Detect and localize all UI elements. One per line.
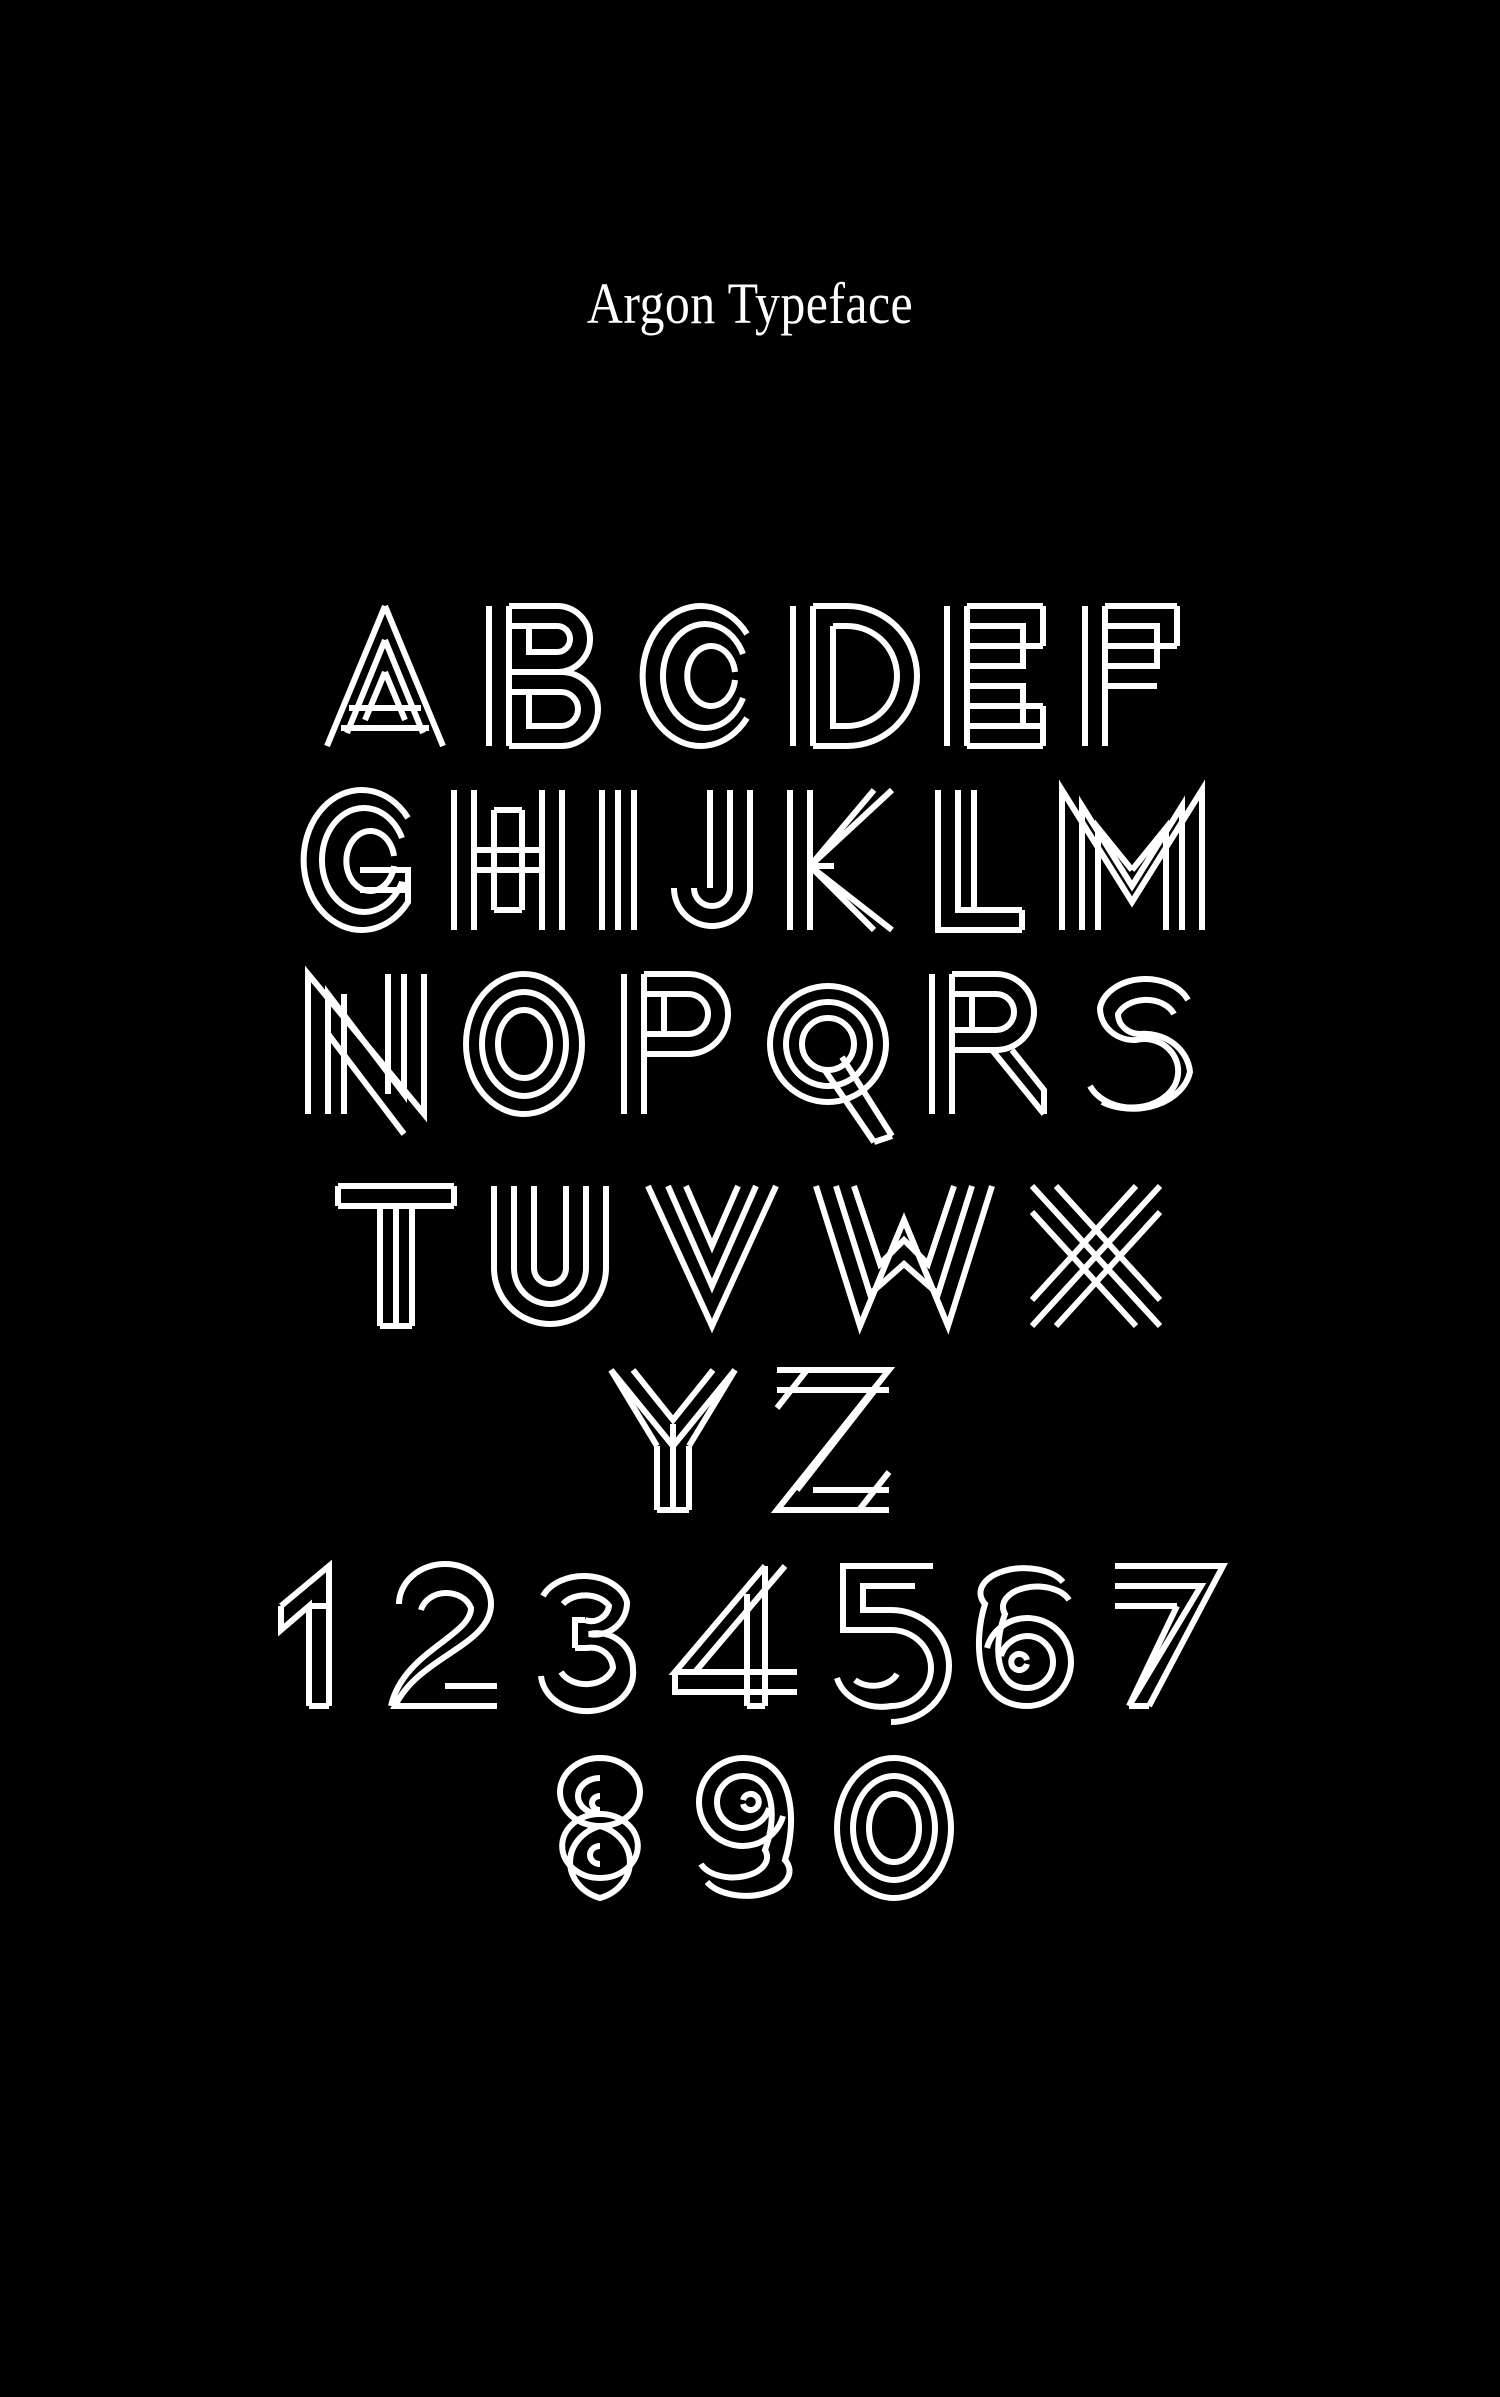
glyph-L (930, 784, 1030, 936)
glyph-A (315, 600, 455, 752)
glyph-J (666, 784, 758, 936)
page-title: Argon Typeface (586, 271, 914, 336)
glyph-row-uppercase-5 (0, 1364, 1500, 1516)
glyph-H (446, 784, 570, 936)
glyph-Y (605, 1364, 741, 1516)
glyph-G (290, 784, 422, 936)
typeface-specimen-poster: Argon Typeface (0, 0, 1500, 2397)
specimen-glyph-grid (0, 600, 1500, 1904)
glyph-4 (668, 1560, 805, 1712)
glyph-M (1054, 779, 1210, 936)
glyph-row-uppercase-2 (0, 779, 1500, 936)
glyph-C (631, 600, 759, 752)
glyph-row-numerals-1 (0, 1559, 1500, 1725)
glyph-F (1077, 600, 1185, 752)
glyph-3 (531, 1560, 645, 1715)
glyph-D (785, 600, 920, 752)
glyph-I (594, 784, 642, 936)
glyph-6 (967, 1560, 1085, 1712)
glyph-X (1026, 1180, 1166, 1332)
glyph-1 (271, 1559, 363, 1712)
glyph-5 (829, 1560, 952, 1725)
glyph-row-uppercase-1 (0, 600, 1500, 752)
glyph-Q (762, 968, 898, 1148)
glyph-B (481, 600, 605, 752)
glyph-0 (829, 1752, 959, 1904)
glyph-S (1078, 968, 1200, 1120)
glyph-T (334, 1180, 458, 1332)
glyph-row-numerals-2 (0, 1752, 1500, 1904)
glyph-Z (770, 1364, 896, 1516)
glyph-N (300, 965, 432, 1136)
glyph-8 (541, 1752, 659, 1904)
glyph-row-uppercase-3 (0, 965, 1500, 1148)
glyph-row-uppercase-4 (0, 1180, 1500, 1335)
glyph-7 (1109, 1560, 1229, 1712)
glyph-P (616, 968, 736, 1120)
glyph-R (924, 968, 1052, 1120)
glyph-U (486, 1180, 614, 1332)
glyph-K (782, 784, 906, 936)
glyph-9 (685, 1752, 803, 1904)
glyph-V (642, 1180, 782, 1334)
glyph-W (810, 1180, 998, 1335)
glyph-O (458, 968, 590, 1120)
glyph-E (939, 600, 1051, 752)
glyph-2 (387, 1560, 507, 1712)
